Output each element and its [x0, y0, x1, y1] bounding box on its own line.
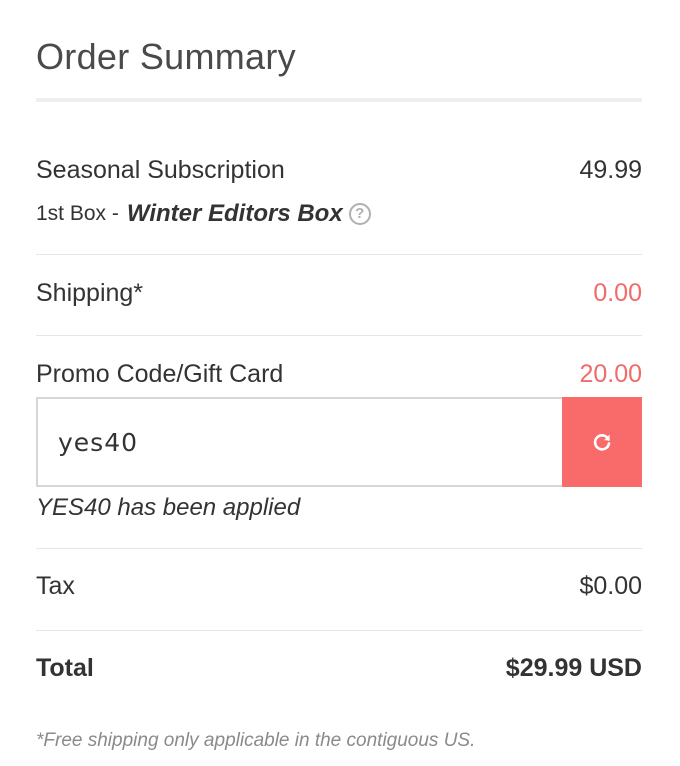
box-prefix: 1st Box -	[36, 202, 119, 225]
refresh-promo-button[interactable]	[562, 397, 642, 487]
refresh-icon	[593, 434, 611, 451]
promo-applied-message: YES40 has been applied	[36, 494, 301, 521]
box-description: 1st Box - Winter Editors Box ?	[36, 200, 371, 228]
total-label: Total	[36, 654, 94, 682]
promo-label: Promo Code/Gift Card	[36, 360, 284, 388]
divider	[36, 254, 642, 255]
divider	[36, 630, 642, 631]
shipping-amount: 0.00	[593, 279, 642, 307]
promo-amount: 20.00	[579, 360, 642, 388]
promo-code-row	[36, 397, 642, 487]
total-amount: $29.99 USD	[505, 654, 642, 682]
tax-label: Tax	[36, 572, 75, 600]
question-circle-icon[interactable]: ?	[348, 203, 371, 225]
shipping-footnote: *Free shipping only applicable in the co…	[36, 730, 476, 751]
promo-code-input[interactable]	[36, 397, 562, 487]
divider	[36, 335, 642, 336]
subscription-label: Seasonal Subscription	[36, 156, 285, 184]
title-divider	[36, 98, 642, 102]
box-name: Winter Editors Box	[126, 200, 343, 227]
divider	[36, 548, 642, 549]
shipping-label: Shipping*	[36, 279, 144, 307]
subscription-amount: 49.99	[579, 156, 642, 184]
tax-amount: $0.00	[579, 572, 642, 600]
page-title: Order Summary	[36, 36, 296, 77]
